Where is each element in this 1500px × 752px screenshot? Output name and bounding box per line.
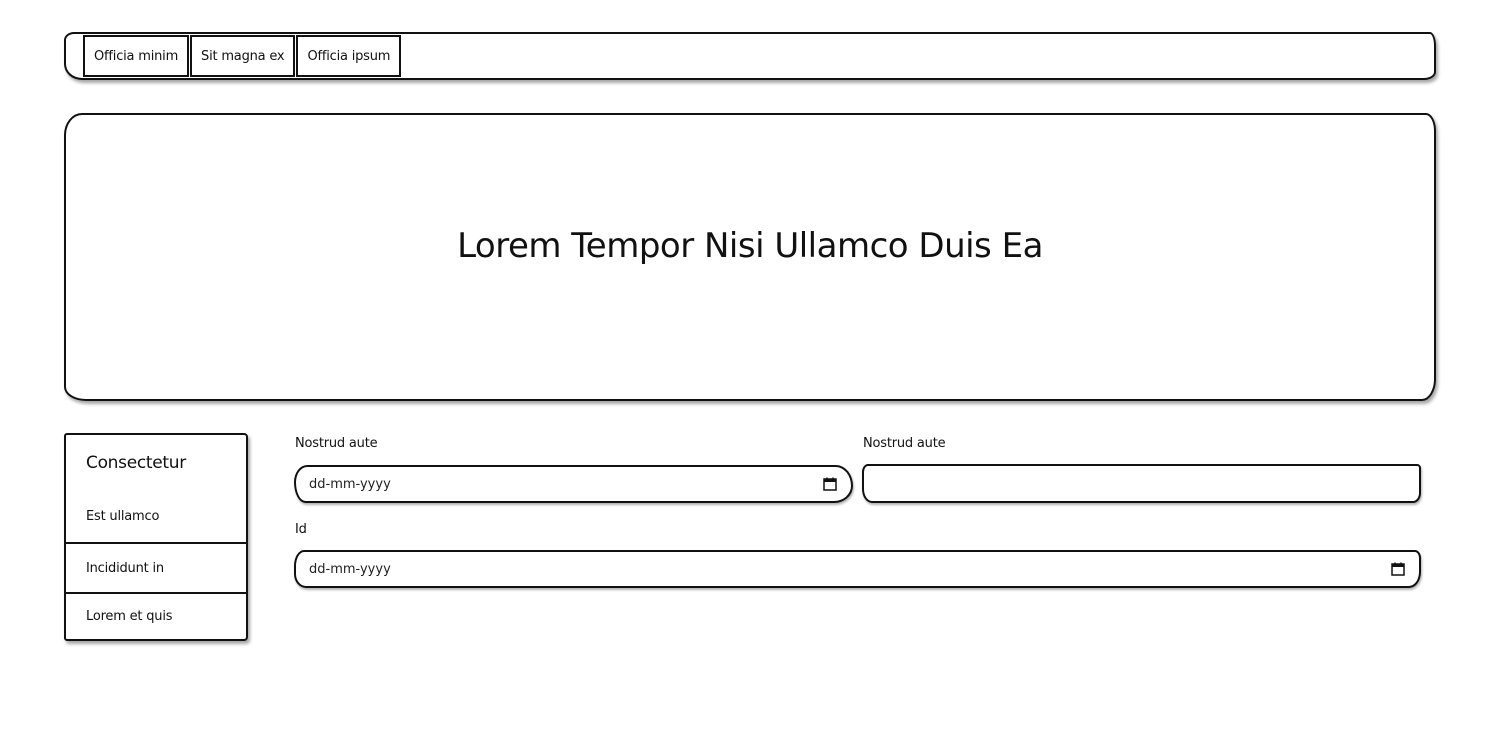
nav-tabs: Officia minim Sit magna ex Officia ipsum (83, 35, 402, 77)
text-field-2-label: Nostrud aute (863, 436, 946, 451)
top-nav-bar: Officia minim Sit magna ex Officia ipsum (64, 32, 1436, 80)
nav-tab-sit-magna-ex[interactable]: Sit magna ex (190, 35, 296, 77)
hero-banner: Lorem Tempor Nisi Ullamco Duis Ea (64, 113, 1436, 401)
date-field-1-label: Nostrud aute (295, 436, 378, 451)
nav-tab-officia-ipsum[interactable]: Officia ipsum (296, 35, 402, 77)
nav-tab-officia-minim[interactable]: Officia minim (83, 35, 190, 77)
date-field-1-placeholder: dd-mm-yyyy (309, 476, 391, 492)
date-field-3-label: Id (295, 522, 307, 537)
side-menu-heading: Consectetur (86, 453, 186, 473)
date-field-3[interactable]: dd-mm-yyyy (294, 550, 1421, 588)
calendar-icon[interactable] (1387, 558, 1409, 580)
hero-title: Lorem Tempor Nisi Ullamco Duis Ea (457, 226, 1043, 266)
side-menu-item-lorem-et-quis[interactable]: Lorem et quis (66, 592, 246, 639)
text-field-2[interactable] (862, 464, 1421, 503)
side-menu-item-est-ullamco[interactable]: Est ullamco (66, 491, 246, 541)
date-field-3-placeholder: dd-mm-yyyy (309, 561, 391, 577)
calendar-icon[interactable] (819, 473, 841, 495)
date-field-1[interactable]: dd-mm-yyyy (294, 465, 853, 503)
side-menu-item-incididunt-in[interactable]: Incididunt in (66, 542, 246, 592)
side-menu: Consectetur Est ullamco Incididunt in Lo… (64, 433, 248, 641)
